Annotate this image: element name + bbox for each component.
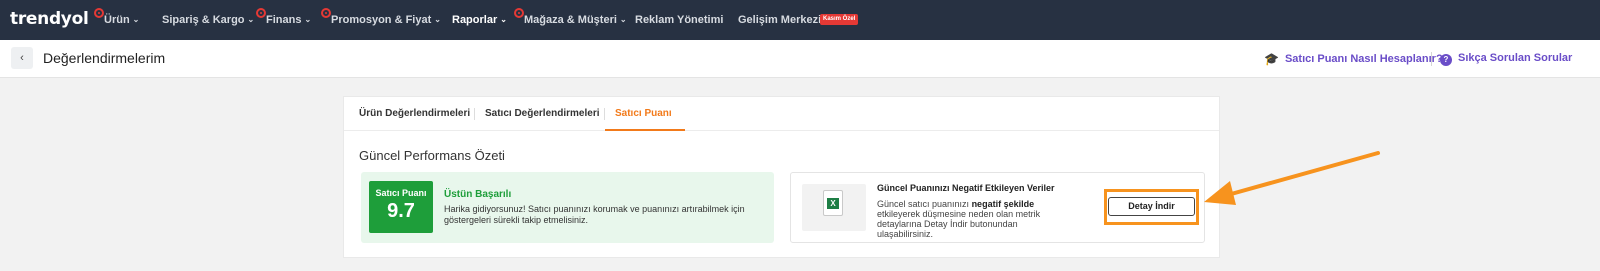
score-help-link[interactable]: 🎓 Satıcı Puanı Nasıl Hesaplanır?	[1264, 52, 1443, 66]
tab-bar: Ürün Değerlendirmeleri Satıcı Değerlendi…	[344, 97, 1219, 131]
chevron-left-icon: ‹	[20, 52, 24, 64]
score-label: Satıcı Puanı	[375, 188, 427, 198]
nav-label: Promosyon & Fiyat	[331, 14, 432, 26]
question-icon: ?	[1440, 54, 1452, 66]
section-title: Güncel Performans Özeti	[359, 148, 505, 163]
nav-raporlar[interactable]: Raporlar ⌄	[452, 13, 507, 27]
nav-label: Finans	[266, 14, 302, 26]
faq-link[interactable]: ? Sıkça Sorulan Sorular	[1440, 52, 1572, 66]
status-text: Harika gidiyorsunuz! Satıcı puanınızı ko…	[444, 204, 745, 225]
chevron-down-icon: ⌄	[500, 15, 507, 24]
chevron-down-icon: ⌄	[619, 15, 627, 24]
nav-promosyon-fiyat[interactable]: Promosyon & Fiyat ⌄	[321, 8, 441, 27]
chevron-down-icon: ⌄	[304, 15, 312, 24]
trendyol-logo[interactable]: trendyol	[10, 9, 89, 29]
excel-file-icon: X	[823, 190, 843, 216]
divider	[1431, 52, 1432, 66]
nav-label: Raporlar	[452, 14, 498, 26]
page-header: ‹ Değerlendirmelerim 🎓 Satıcı Puanı Nasıl…	[0, 40, 1600, 78]
nav-reklam-yonetimi[interactable]: Reklam Yönetimi	[635, 13, 723, 27]
page-title: Değerlendirmelerim	[43, 50, 166, 66]
nav-gelisim-merkezi[interactable]: Gelişim Merkezi⌄	[738, 13, 831, 27]
performance-summary-box: Satıcı Puanı 9.7 Üstün Başarılı Harika g…	[361, 172, 774, 243]
nav-magaza-musteri[interactable]: Mağaza & Müşteri ⌄	[514, 8, 627, 27]
tab-product-reviews[interactable]: Ürün Değerlendirmeleri	[359, 108, 470, 119]
nav-label: Reklam Yönetimi	[635, 14, 724, 26]
file-preview: X	[802, 184, 866, 231]
nav-label: Ürün	[104, 14, 130, 26]
seller-score-badge: Satıcı Puanı 9.7	[369, 181, 433, 233]
negative-data-box: X Güncel Puanınızı Negatif Etkileyen Ver…	[790, 172, 1205, 243]
tab-divider	[474, 108, 475, 120]
chevron-down-icon: ⌄	[132, 15, 140, 24]
nav-siparis-kargo[interactable]: Sipariş & Kargo ⌄	[162, 13, 254, 27]
nav-urun[interactable]: Ürün ⌄	[94, 8, 140, 27]
score-value: 9.7	[387, 200, 415, 222]
score-help-label: Satıcı Puanı Nasıl Hesaplanır?	[1284, 53, 1443, 65]
nav-label: Mağaza & Müşteri	[524, 14, 617, 26]
status-title: Üstün Başarılı	[444, 189, 512, 200]
download-detail-button[interactable]: Detay İndir	[1108, 197, 1195, 216]
back-button[interactable]: ‹	[11, 47, 33, 69]
tab-seller-score[interactable]: Satıcı Puanı	[615, 108, 672, 119]
chevron-down-icon: ⌄	[434, 15, 441, 24]
graduation-cap-icon: 🎓	[1264, 52, 1279, 66]
active-tab-indicator	[605, 129, 685, 131]
special-badge: Kasım Özel	[820, 14, 859, 25]
notification-dot-icon	[94, 8, 104, 18]
negative-text: Güncel satıcı puanınızı negatif şekilde …	[877, 199, 1041, 239]
negative-title: Güncel Puanınızı Negatif Etkileyen Veril…	[877, 183, 1055, 193]
notification-dot-icon	[321, 8, 331, 18]
notification-dot-icon	[514, 8, 524, 18]
tab-divider	[604, 108, 605, 120]
faq-label: Sıkça Sorulan Sorular	[1458, 52, 1573, 64]
annotation-arrow-icon	[1204, 151, 1380, 205]
nav-finans[interactable]: Finans ⌄	[256, 8, 312, 27]
reviews-card: Ürün Değerlendirmeleri Satıcı Değerlendi…	[343, 96, 1220, 258]
chevron-down-icon: ⌄	[247, 15, 255, 24]
tab-seller-reviews[interactable]: Satıcı Değerlendirmeleri	[485, 108, 600, 119]
nav-label: Sipariş & Kargo	[162, 14, 245, 26]
nav-label: Gelişim Merkezi	[738, 14, 822, 26]
top-navigation: trendyol Ürün ⌄ Sipariş & Kargo ⌄ Finans ⌄ …	[0, 0, 1600, 40]
notification-dot-icon	[256, 8, 266, 18]
